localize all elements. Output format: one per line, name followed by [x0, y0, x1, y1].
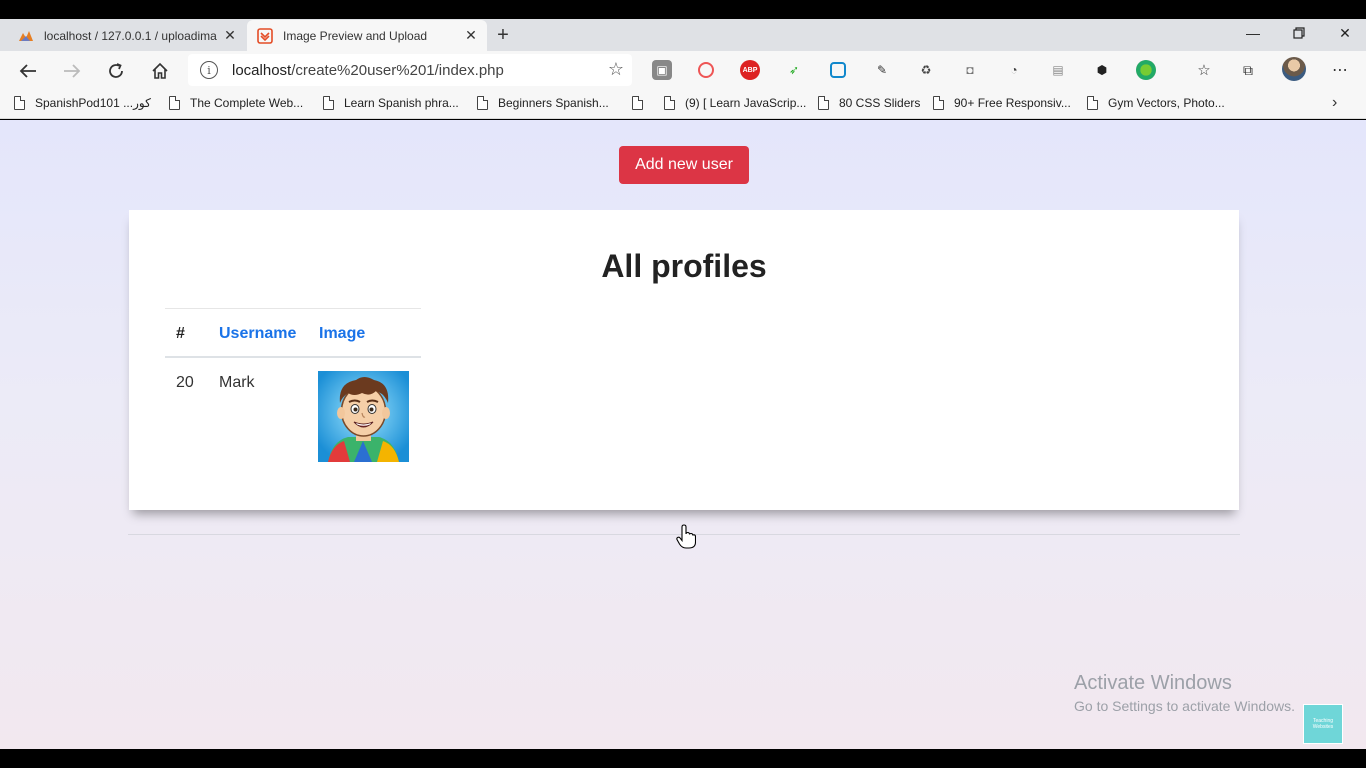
phpmyadmin-icon — [18, 28, 34, 44]
bookmark-item[interactable]: (9) [ Learn JavaScrip... — [664, 96, 806, 110]
screen-top-border — [0, 0, 1366, 19]
url-text[interactable]: localhost/create%20user%201/index.php — [232, 62, 504, 79]
tab-title: localhost / 127.0.0.1 / uploadima — [44, 28, 217, 43]
profiles-card: All profiles # Username Image 20 Mark — [129, 210, 1239, 510]
html-icon — [257, 27, 273, 44]
page-icon — [1087, 96, 1098, 110]
profiles-table: # Username Image 20 Mark — [165, 308, 421, 468]
bookmark-label: 80 CSS Sliders — [839, 96, 921, 110]
window-extension-icon[interactable]: ▤ — [1048, 60, 1068, 80]
bookmark-label: (9) [ Learn JavaScrip... — [685, 96, 807, 110]
tab-title: Image Preview and Upload — [283, 28, 428, 43]
watermark-title: Activate Windows — [1074, 672, 1232, 694]
bookmark-item[interactable]: The Complete Web... — [169, 96, 303, 110]
bookmark-label: 90+ Free Responsiv... — [954, 96, 1071, 110]
bookmark-item[interactable]: Learn Spanish phra... — [323, 96, 459, 110]
bookmark-label: Learn Spanish phra... — [344, 96, 459, 110]
row-id: 20 — [176, 374, 194, 391]
favorites-icon[interactable]: ☆ — [1194, 60, 1214, 80]
bookmark-item[interactable]: Gym Vectors, Photo... — [1087, 96, 1225, 110]
color-extension-icon[interactable] — [1136, 60, 1156, 80]
eyedropper-icon[interactable]: ✎ — [872, 60, 892, 80]
page-icon — [632, 96, 643, 110]
bookmark-item[interactable]: 80 CSS Sliders — [818, 96, 920, 110]
hand-cursor-icon — [676, 524, 697, 550]
avatar[interactable] — [1282, 57, 1306, 81]
page-icon — [933, 96, 944, 110]
page-icon — [169, 96, 180, 110]
minimize-icon[interactable]: — — [1230, 19, 1276, 47]
forward-icon[interactable] — [58, 57, 86, 85]
bookmark-label: Beginners Spanish... — [498, 96, 609, 110]
column-header-username[interactable]: Username — [219, 325, 296, 343]
bookmark-item[interactable]: 90+ Free Responsiv... — [933, 96, 1071, 110]
bookmark-label: The Complete Web... — [190, 96, 304, 110]
home-icon[interactable] — [146, 57, 174, 85]
channel-logo: Teaching Websites — [1303, 704, 1343, 744]
globe-extension-icon[interactable]: ◔ — [1004, 60, 1024, 80]
new-tab-icon[interactable]: + — [492, 24, 514, 46]
column-header-image[interactable]: Image — [319, 325, 365, 343]
page-icon — [664, 96, 675, 110]
close-window-icon[interactable]: ✕ — [1322, 19, 1366, 47]
cube-extension-icon[interactable]: ⬢ — [1092, 60, 1112, 80]
page-title: All profiles — [601, 248, 767, 284]
bookmark-item[interactable]: Beginners Spanish... — [477, 96, 609, 110]
page-icon — [323, 96, 334, 110]
refresh-icon[interactable] — [102, 57, 130, 85]
url-path: /create%20user%201/index.php — [291, 62, 504, 79]
page-icon — [818, 96, 829, 110]
channel-logo-text: Teaching Websites — [1312, 718, 1334, 730]
add-user-button[interactable]: Add new user — [619, 146, 749, 184]
collections-icon[interactable]: ⧉ — [1238, 60, 1258, 80]
bookmark-item[interactable] — [632, 96, 653, 110]
copy-extension-icon[interactable] — [830, 62, 846, 78]
info-icon[interactable]: i — [200, 61, 218, 79]
restore-icon[interactable] — [1276, 19, 1322, 47]
screen-capture-extension-icon[interactable]: ▣ — [652, 60, 672, 80]
watermark-subtitle: Go to Settings to activate Windows. — [1074, 698, 1295, 714]
address-bar[interactable]: i localhost/create%20user%201/index.php … — [188, 54, 632, 86]
bookmarks-bar: SpanishPod101 ...كور The Complete Web...… — [0, 89, 1366, 119]
favorite-star-icon[interactable]: ☆ — [608, 59, 624, 80]
browser-toolbar: i localhost/create%20user%201/index.php … — [0, 51, 1366, 89]
page-icon — [14, 96, 25, 110]
bookmark-label: SpanishPod101 ...كور — [35, 96, 151, 110]
bookmark-item[interactable]: SpanishPod101 ...كور — [14, 96, 151, 110]
url-host: localhost — [232, 62, 292, 79]
row-username: Mark — [219, 374, 255, 391]
adblock-icon[interactable]: ABP — [740, 60, 760, 80]
rocket-extension-icon[interactable]: ➶ — [784, 60, 804, 80]
bookmark-label: Gym Vectors, Photo... — [1108, 96, 1225, 110]
tab-image-preview[interactable]: Image Preview and Upload ✕ — [247, 20, 487, 51]
page-icon — [477, 96, 488, 110]
block-extension-icon[interactable] — [698, 62, 714, 78]
activate-windows-watermark: Activate Windows Go to Settings to activ… — [1074, 672, 1295, 714]
page-content: Add new user All profiles # Username Ima… — [0, 120, 1366, 749]
tab-phpmyadmin[interactable]: localhost / 127.0.0.1 / uploadima ✕ — [8, 20, 246, 51]
close-tab-icon[interactable]: ✕ — [461, 26, 481, 46]
back-icon[interactable] — [14, 57, 42, 85]
close-tab-icon[interactable]: ✕ — [220, 26, 240, 46]
screen-bottom-border — [0, 749, 1366, 768]
camera-icon[interactable]: ◘ — [960, 60, 980, 80]
tab-strip: localhost / 127.0.0.1 / uploadima ✕ Imag… — [0, 19, 1366, 51]
profile-image — [318, 371, 409, 462]
table-header-row: # Username Image — [165, 308, 421, 358]
table-row: 20 Mark — [165, 358, 421, 468]
column-header-id: # — [176, 325, 185, 342]
more-menu-icon[interactable]: ⋯ — [1330, 60, 1350, 80]
recycle-icon[interactable]: ♻ — [916, 60, 936, 80]
chevron-right-icon[interactable]: › — [1332, 94, 1337, 112]
